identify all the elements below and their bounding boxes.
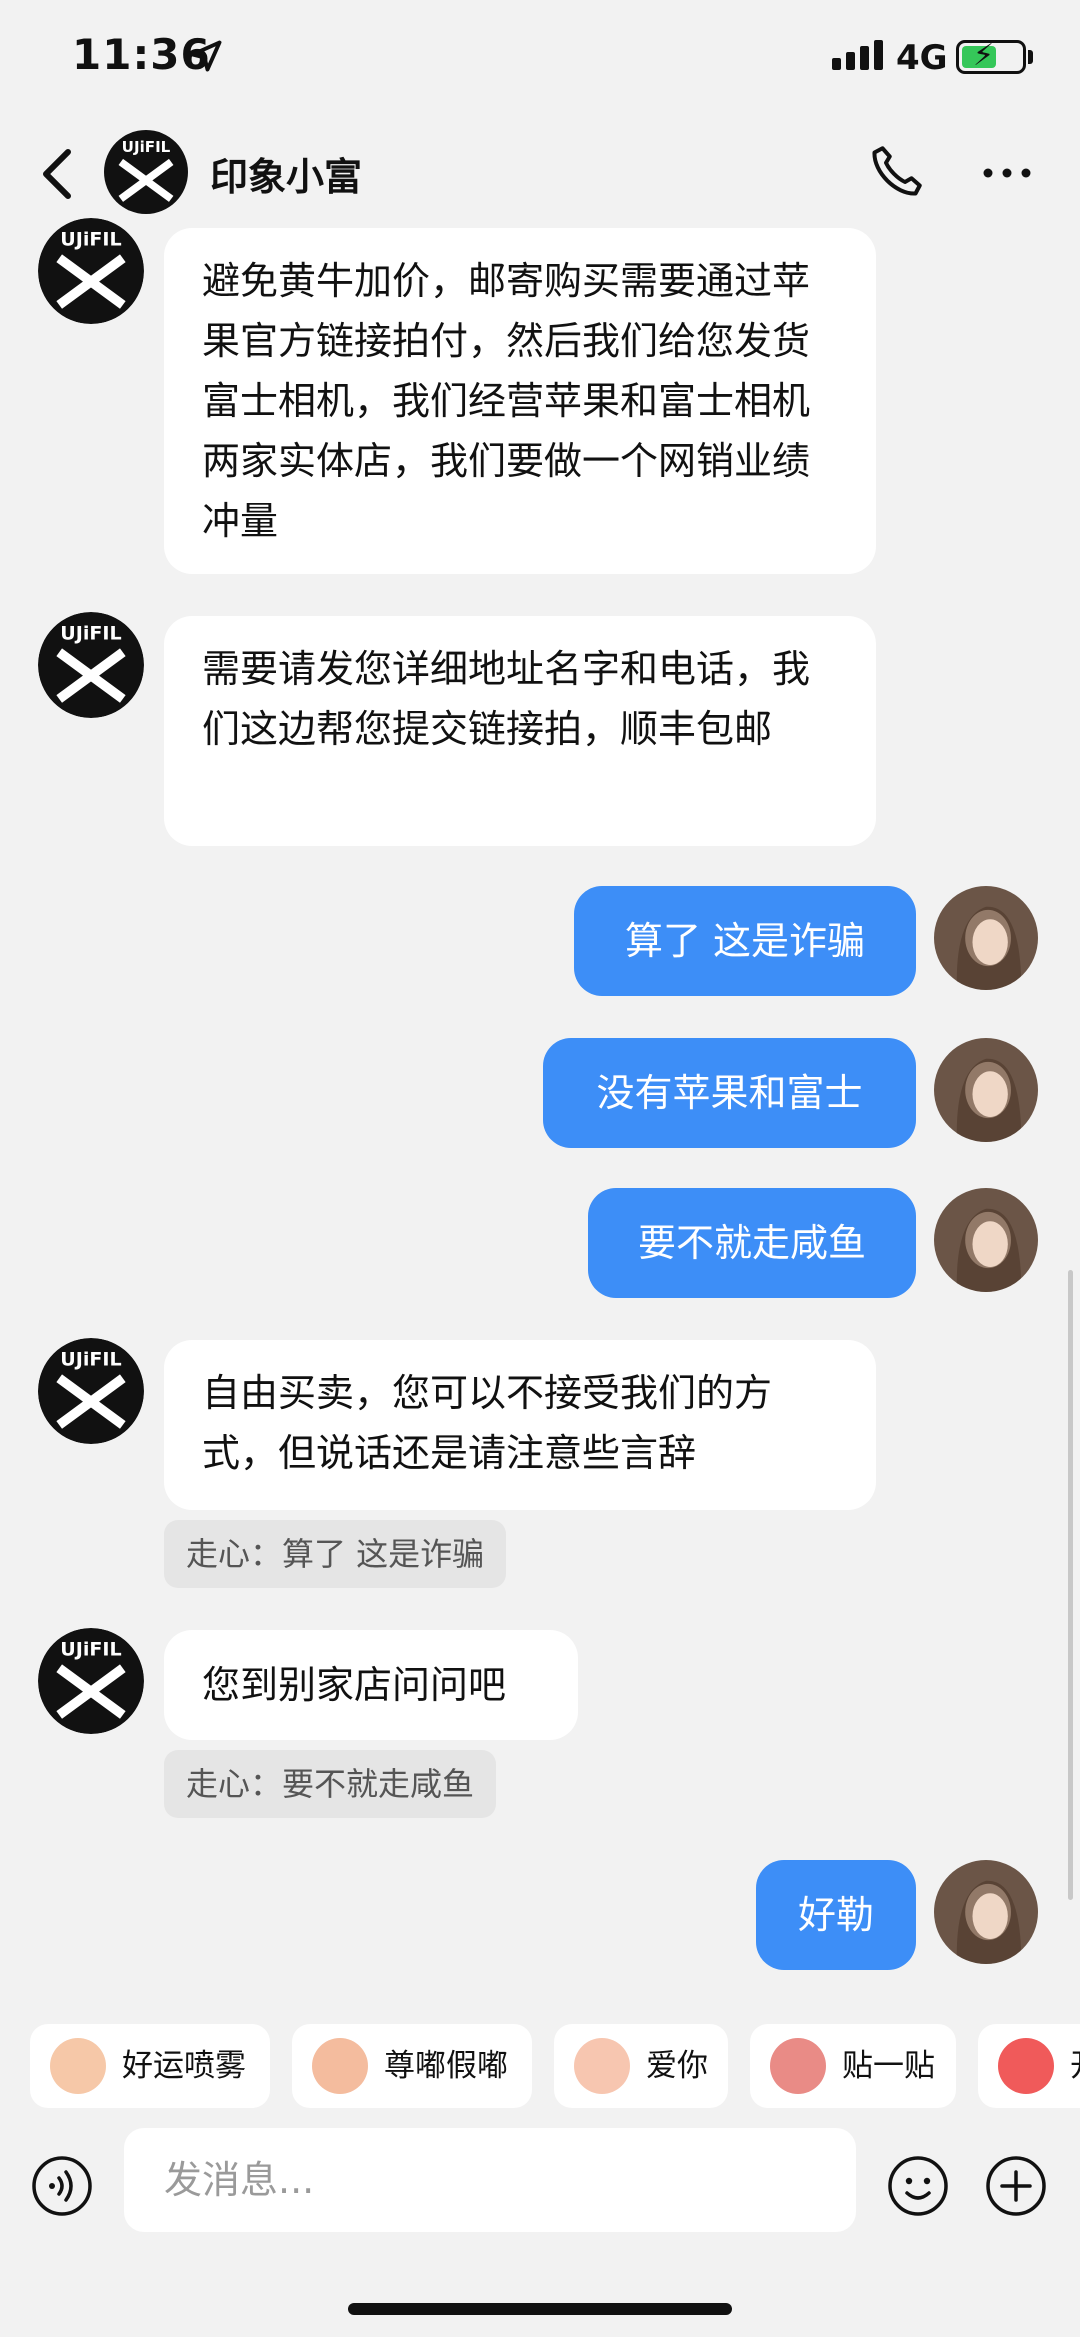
- chat-header: UJiFIL 印象小富: [0, 120, 1080, 230]
- incoming-message[interactable]: 避免黄牛加价，邮寄购买需要通过苹果官方链接拍付，然后我们给您发货富士相机，我们经…: [164, 228, 876, 574]
- svg-text:UJiFIL: UJiFIL: [60, 1349, 121, 1371]
- outgoing-message[interactable]: 没有苹果和富士: [543, 1038, 916, 1148]
- fujifilm-logo-icon: UJiFIL: [38, 218, 144, 324]
- contact-avatar[interactable]: UJiFIL: [38, 612, 144, 718]
- plus-more-icon[interactable]: [984, 2154, 1048, 2218]
- user-photo-icon: [934, 1188, 1038, 1292]
- contact-avatar[interactable]: UJiFIL: [38, 218, 144, 324]
- sticker-face-icon: [312, 2038, 368, 2094]
- sticker-face-icon: [50, 2038, 106, 2094]
- svg-text:UJiFIL: UJiFIL: [122, 138, 171, 156]
- user-photo-icon: [934, 1860, 1038, 1964]
- sticker-chip[interactable]: 爱你: [554, 2024, 728, 2108]
- user-avatar[interactable]: [934, 1860, 1038, 1964]
- battery-cap: [1028, 50, 1033, 64]
- emoji-icon[interactable]: [886, 2154, 950, 2218]
- scrollbar[interactable]: [1068, 1270, 1073, 1900]
- status-bar: 11:36 4G ⚡: [0, 0, 1080, 120]
- outgoing-message[interactable]: 好勒: [756, 1860, 916, 1970]
- sticker-label: 好运喷雾: [122, 2048, 246, 2084]
- sticker-label: 尊嘟假嘟: [384, 2048, 508, 2084]
- sticker-suggestion-bar: 好运喷雾 尊嘟假嘟 爱你 贴一贴 开: [0, 1998, 1080, 2128]
- fujifilm-logo-icon: UJiFIL: [38, 1628, 144, 1734]
- sticker-face-icon: [770, 2038, 826, 2094]
- contact-avatar[interactable]: UJiFIL: [104, 130, 188, 214]
- outgoing-message[interactable]: 要不就走咸鱼: [588, 1188, 916, 1298]
- signal-icon: [832, 40, 892, 70]
- fujifilm-logo-icon: UJiFIL: [104, 130, 188, 214]
- back-chevron-icon[interactable]: [38, 148, 78, 200]
- sticker-chip[interactable]: 开: [978, 2024, 1080, 2108]
- phone-call-icon[interactable]: [866, 142, 926, 202]
- svg-text:UJiFIL: UJiFIL: [60, 623, 121, 645]
- contact-avatar[interactable]: UJiFIL: [38, 1628, 144, 1734]
- sticker-label: 开: [1070, 2048, 1080, 2084]
- outgoing-message[interactable]: 算了 这是诈骗: [574, 886, 916, 996]
- fujifilm-logo-icon: UJiFIL: [38, 612, 144, 718]
- user-avatar[interactable]: [934, 1188, 1038, 1292]
- svg-text:UJiFIL: UJiFIL: [60, 1639, 121, 1661]
- sticker-label: 贴一贴: [842, 2048, 935, 2084]
- fujifilm-logo-icon: UJiFIL: [38, 1338, 144, 1444]
- user-photo-icon: [934, 1038, 1038, 1142]
- quoted-reply[interactable]: 走心：要不就走咸鱼: [164, 1750, 497, 1818]
- sticker-chip[interactable]: 尊嘟假嘟: [292, 2024, 532, 2108]
- user-photo-icon: [934, 886, 1038, 990]
- home-indicator[interactable]: [348, 2303, 732, 2315]
- svg-text:UJiFIL: UJiFIL: [60, 229, 121, 251]
- sticker-label: 爱你: [646, 2048, 708, 2084]
- incoming-message[interactable]: 需要请发您详细地址名字和电话，我们这边帮您提交链接拍，顺丰包邮: [164, 616, 876, 846]
- more-options-icon[interactable]: [982, 166, 1032, 180]
- sticker-chip[interactable]: 贴一贴: [750, 2024, 956, 2108]
- voice-input-icon[interactable]: [30, 2154, 94, 2218]
- network-type: 4G: [896, 38, 948, 78]
- quoted-reply[interactable]: 走心：算了 这是诈骗: [164, 1520, 507, 1588]
- message-input[interactable]: [124, 2128, 856, 2232]
- contact-avatar[interactable]: UJiFIL: [38, 1338, 144, 1444]
- incoming-message[interactable]: 您到别家店问问吧: [164, 1630, 578, 1740]
- incoming-message[interactable]: 自由买卖，您可以不接受我们的方式，但说话还是请注意些言辞: [164, 1340, 876, 1510]
- chat-title: 印象小富: [210, 155, 363, 199]
- sticker-chip[interactable]: 好运喷雾: [30, 2024, 270, 2108]
- sticker-face-icon: [998, 2038, 1054, 2094]
- location-arrow-icon: [190, 40, 222, 72]
- battery-icon: ⚡: [956, 39, 1026, 74]
- sticker-face-icon: [574, 2038, 630, 2094]
- user-avatar[interactable]: [934, 886, 1038, 990]
- user-avatar[interactable]: [934, 1038, 1038, 1142]
